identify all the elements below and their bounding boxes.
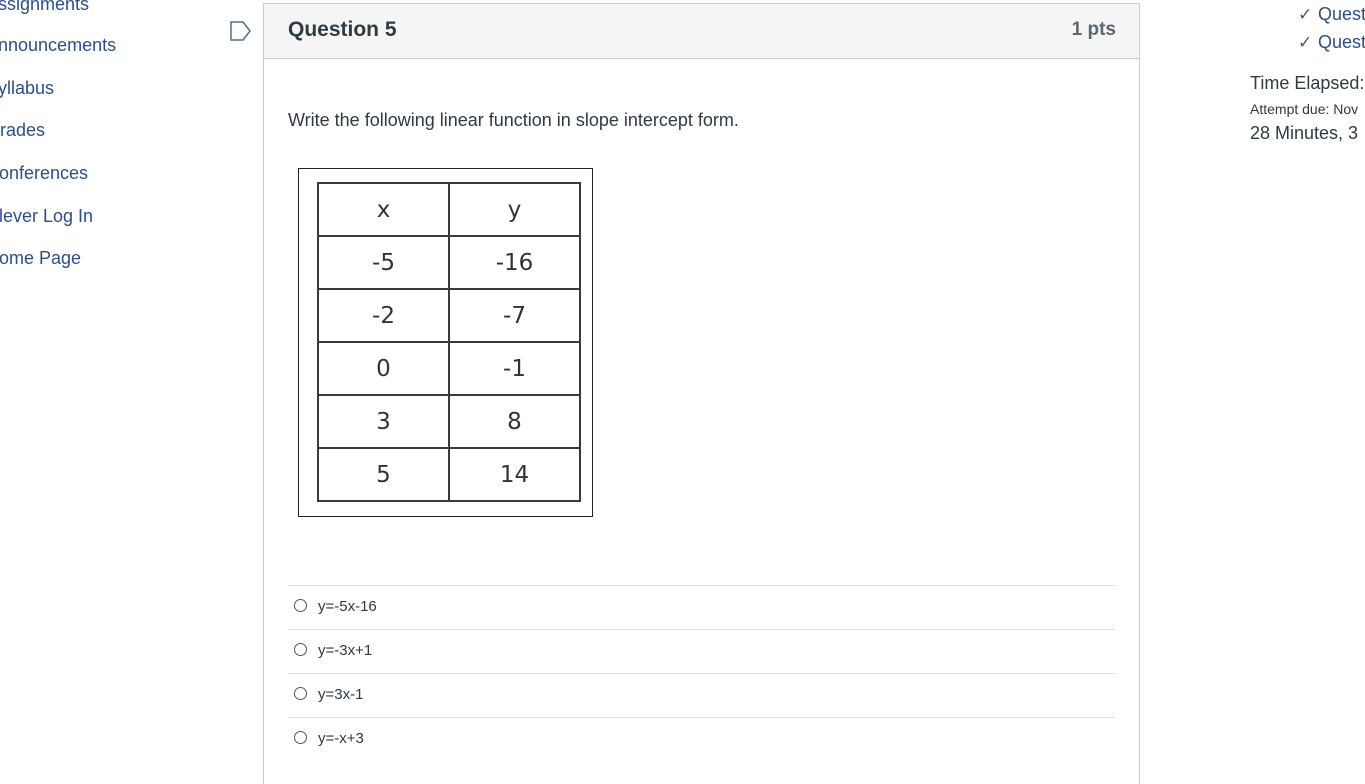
time-elapsed-label: Time Elapsed: [1250,73,1365,93]
flag-question-icon[interactable] [229,20,253,42]
nav-syllabus[interactable]: Syllabus [0,78,54,99]
nav-clever-log-in[interactable]: Clever Log In [0,206,93,227]
xy-table: x y -5 -16 -2 -7 0 -1 3 8 5 14 [317,182,581,502]
nav-home-page[interactable]: Home Page [0,248,81,269]
answer-label[interactable]: y=-5x-16 [318,598,377,615]
table-cell: 14 [448,447,581,502]
table-cell: 5 [317,447,450,502]
question-text: Write the following linear function in s… [288,110,739,130]
radio-button[interactable] [294,731,307,744]
table-cell: 3 [317,394,450,449]
table-header-y: y [448,182,581,237]
table-row: -5 -16 [317,235,581,290]
nav-grades[interactable]: Grades [0,120,45,141]
table-row: 0 -1 [317,341,581,396]
checkmark-icon: ✓ [1298,5,1313,24]
attempt-due: Attempt due: Nov [1250,101,1359,117]
xy-table-image: x y -5 -16 -2 -7 0 -1 3 8 5 14 [298,168,593,517]
question-card: Question 5 1 pts Write the following lin… [263,3,1140,784]
checkmark-icon: ✓ [1298,33,1313,52]
radio-button[interactable] [294,687,307,700]
answer-option[interactable]: y=-5x-16 [288,585,1115,629]
question-header: Question 5 1 pts [264,4,1139,59]
question-link-label[interactable]: Question 3 [1318,4,1365,24]
answer-option[interactable]: y=-3x+1 [288,629,1115,673]
question-title: Question 5 [288,18,397,41]
table-row: x y [317,182,581,237]
table-cell: -2 [317,288,450,343]
radio-button[interactable] [294,643,307,656]
answer-label[interactable]: y=-x+3 [318,730,364,747]
question-link-answered[interactable]: ✓ Question 3 [1298,4,1365,25]
radio-button[interactable] [294,599,307,612]
table-cell: 8 [448,394,581,449]
table-cell: 0 [317,341,450,396]
time-elapsed-value: 28 Minutes, 3 [1250,123,1359,143]
answer-option[interactable]: y=3x-1 [288,673,1115,717]
table-row: -2 -7 [317,288,581,343]
question-points: 1 pts [1071,19,1116,40]
question-link-label[interactable]: Question 4 [1318,32,1365,52]
table-cell: -16 [448,235,581,290]
nav-conferences[interactable]: Conferences [0,163,88,184]
table-cell: -1 [448,341,581,396]
question-link-answered[interactable]: ✓ Question 4 [1298,32,1365,53]
table-header-x: x [317,182,450,237]
answer-option[interactable]: y=-x+3 [288,717,1115,761]
answer-list: y=-5x-16 y=-3x+1 y=3x-1 y=-x+3 [288,585,1115,761]
table-cell: -7 [448,288,581,343]
nav-announcements[interactable]: Announcements [0,35,116,56]
table-cell: -5 [317,235,450,290]
nav-assignments[interactable]: Assignments [0,0,89,15]
answer-label[interactable]: y=3x-1 [318,686,363,703]
quiz-sidebar: ✓ Question 3 ✓ Question 4 Time Elapsed: At… [1250,0,1365,160]
table-row: 3 8 [317,394,581,449]
table-row: 5 14 [317,447,581,502]
answer-label[interactable]: y=-3x+1 [318,642,372,659]
